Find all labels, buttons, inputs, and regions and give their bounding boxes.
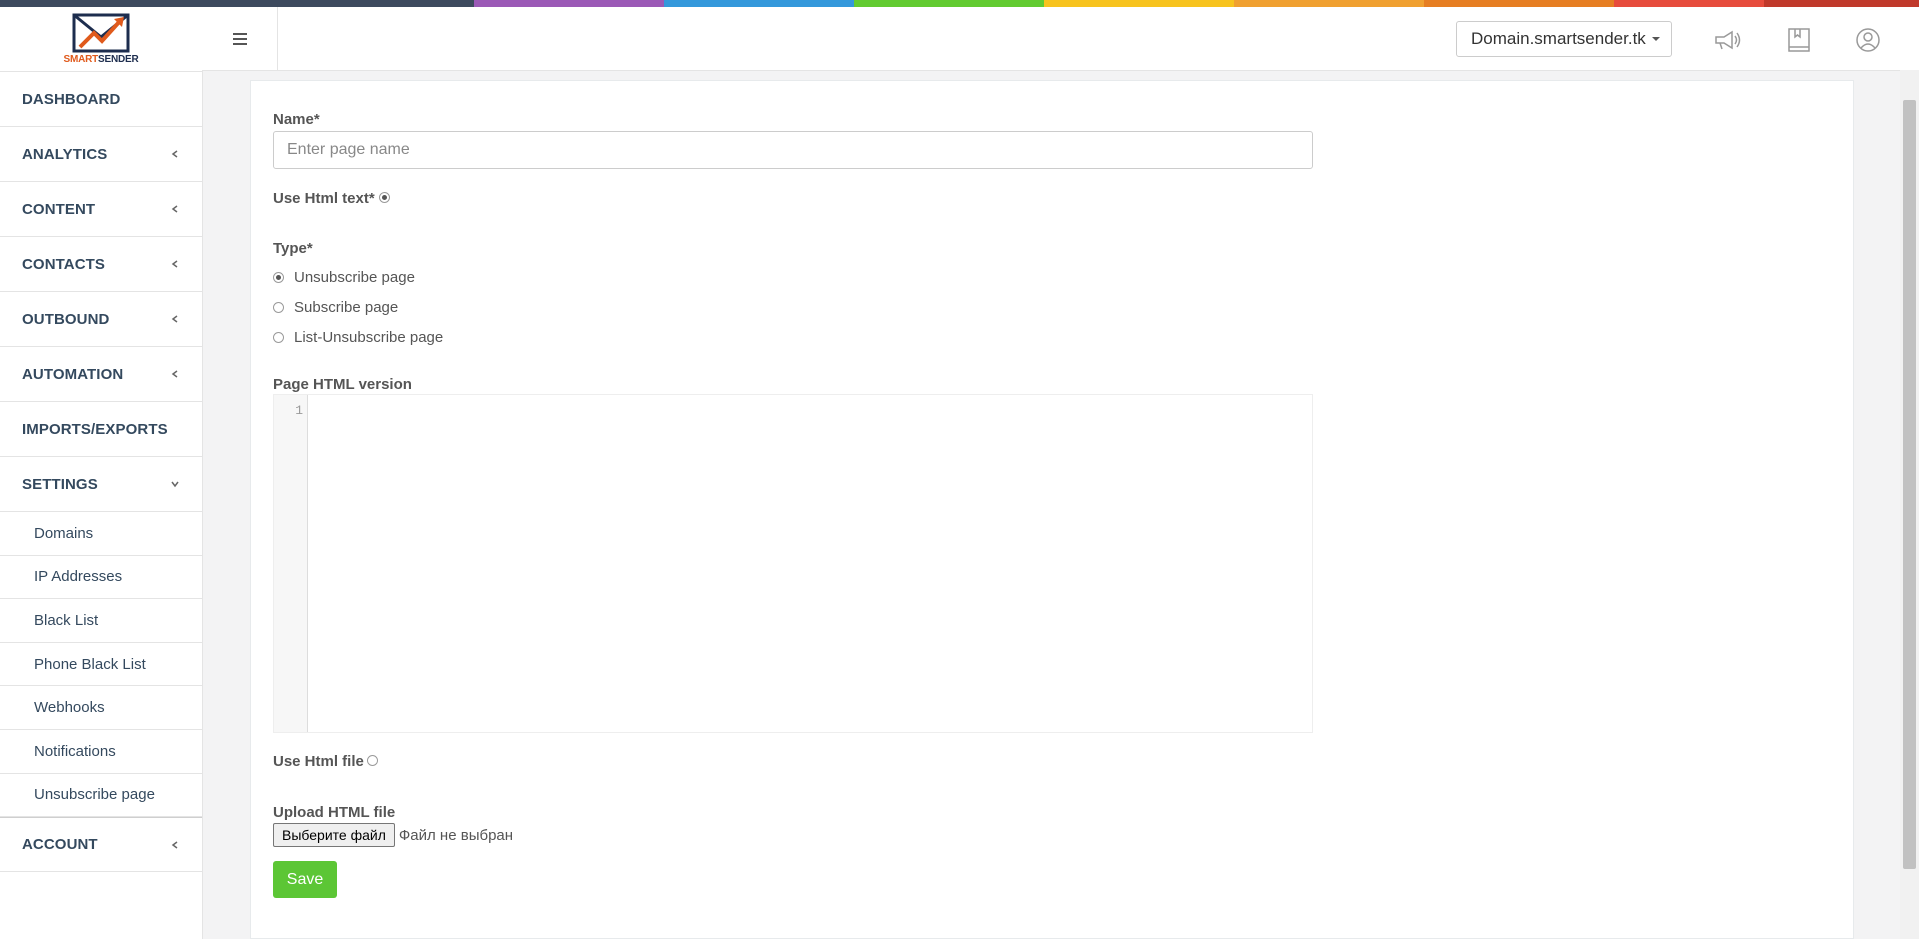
html-version-label: Page HTML version — [273, 376, 412, 393]
user-icon[interactable] — [1853, 27, 1883, 53]
sidebar-item-outbound[interactable]: OUTBOUND — [0, 292, 202, 347]
top-header: Domain.smartsender.tk — [202, 7, 1919, 71]
sidebar-item-label: CONTENT — [22, 200, 96, 218]
sidebar-item-label: DASHBOARD — [22, 90, 121, 108]
upload-html-label: Upload HTML file — [273, 804, 396, 821]
domain-selector-dropdown[interactable]: Domain.smartsender.tk — [1456, 21, 1672, 57]
sidebar-subitem-phone-black-list[interactable]: Phone Black List — [0, 643, 202, 687]
code-area[interactable] — [308, 395, 1312, 732]
type-option-label: Subscribe page — [294, 299, 399, 316]
line-number: 1 — [295, 403, 303, 418]
domain-selector-label: Domain.smartsender.tk — [1471, 29, 1646, 48]
save-button[interactable]: Save — [273, 861, 337, 898]
sidebar-item-analytics[interactable]: ANALYTICS — [0, 127, 202, 182]
sidebar-item-label: AUTOMATION — [22, 365, 124, 383]
sidebar-item-label: CONTACTS — [22, 255, 106, 273]
unsubscribe-page-form: Name* Use Html text* Type* Unsubscribe p… — [250, 80, 1854, 939]
menu-toggle-button[interactable] — [202, 7, 278, 70]
caret-down-icon — [1651, 37, 1660, 41]
chevron-left-icon — [171, 205, 178, 213]
sidebar-subitem-black-list[interactable]: Black List — [0, 599, 202, 643]
line-number-gutter: 1 — [274, 395, 308, 732]
radio-button[interactable] — [273, 332, 284, 343]
logo[interactable]: SMARTSENDER — [0, 7, 202, 72]
use-html-text-option: Use Html text* — [273, 190, 390, 207]
chevron-left-icon — [171, 150, 178, 158]
chevron-left-icon — [171, 370, 178, 378]
sidebar: SMARTSENDER DASHBOARD ANALYTICS CONTENT … — [0, 7, 203, 939]
sidebar-item-dashboard[interactable]: DASHBOARD — [0, 72, 202, 127]
use-html-text-label: Use Html text* — [273, 190, 375, 207]
choose-file-button[interactable]: Выберите файл — [273, 823, 395, 847]
use-html-file-option: Use Html file — [273, 753, 378, 770]
sidebar-item-automation[interactable]: AUTOMATION — [0, 347, 202, 402]
top-color-strip — [0, 0, 1919, 7]
chevron-left-icon — [171, 315, 178, 323]
html-code-editor[interactable]: 1 — [273, 394, 1313, 733]
logo-text: SMARTSENDER — [63, 54, 139, 65]
sidebar-item-label: OUTBOUND — [22, 310, 110, 328]
type-option-label: Unsubscribe page — [294, 269, 415, 286]
sidebar-item-contacts[interactable]: CONTACTS — [0, 237, 202, 292]
radio-button[interactable] — [273, 272, 284, 283]
sidebar-item-settings[interactable]: SETTINGS — [0, 457, 202, 512]
sidebar-item-label: ANALYTICS — [22, 145, 108, 163]
type-label: Type* — [273, 240, 313, 257]
sidebar-item-content[interactable]: CONTENT — [0, 182, 202, 237]
type-option-unsubscribe[interactable]: Unsubscribe page — [273, 269, 415, 286]
page-name-input[interactable] — [273, 131, 1313, 169]
sidebar-item-label: ACCOUNT — [22, 836, 98, 854]
sidebar-item-imports-exports[interactable]: IMPORTS/EXPORTS — [0, 402, 202, 457]
name-label: Name* — [273, 111, 320, 128]
sidebar-item-label: IMPORTS/EXPORTS — [22, 420, 168, 438]
type-option-label: List-Unsubscribe page — [294, 329, 444, 346]
sidebar-subitem-notifications[interactable]: Notifications — [0, 730, 202, 774]
sidebar-subitem-unsubscribe-page[interactable]: Unsubscribe page — [0, 774, 202, 818]
sidebar-item-label: SETTINGS — [22, 475, 98, 493]
chevron-left-icon — [171, 841, 178, 849]
use-html-file-label: Use Html file — [273, 753, 364, 770]
file-status-text: Файл не выбран — [398, 826, 514, 844]
use-html-text-radio[interactable] — [378, 192, 390, 203]
use-html-file-radio[interactable] — [366, 755, 378, 766]
sidebar-subitem-domains[interactable]: Domains — [0, 512, 202, 556]
hamburger-icon — [232, 32, 247, 45]
sidebar-subitem-ip-addresses[interactable]: IP Addresses — [0, 556, 202, 600]
chevron-down-icon — [171, 481, 179, 488]
type-option-list-unsubscribe[interactable]: List-Unsubscribe page — [273, 329, 443, 346]
sidebar-subitem-webhooks[interactable]: Webhooks — [0, 686, 202, 730]
type-option-subscribe[interactable]: Subscribe page — [273, 299, 398, 316]
file-upload: Выберите файл Файл не выбран — [273, 823, 513, 847]
envelope-logo-icon — [72, 13, 130, 53]
chevron-left-icon — [171, 260, 178, 268]
radio-button[interactable] — [273, 302, 284, 313]
megaphone-icon[interactable] — [1712, 27, 1742, 53]
sidebar-item-account[interactable]: ACCOUNT — [0, 817, 202, 873]
page-scrollbar-thumb[interactable] — [1903, 100, 1916, 869]
sidebar-nav: DASHBOARD ANALYTICS CONTENT CONTACTS OUT… — [0, 72, 202, 873]
book-icon[interactable] — [1784, 27, 1814, 53]
